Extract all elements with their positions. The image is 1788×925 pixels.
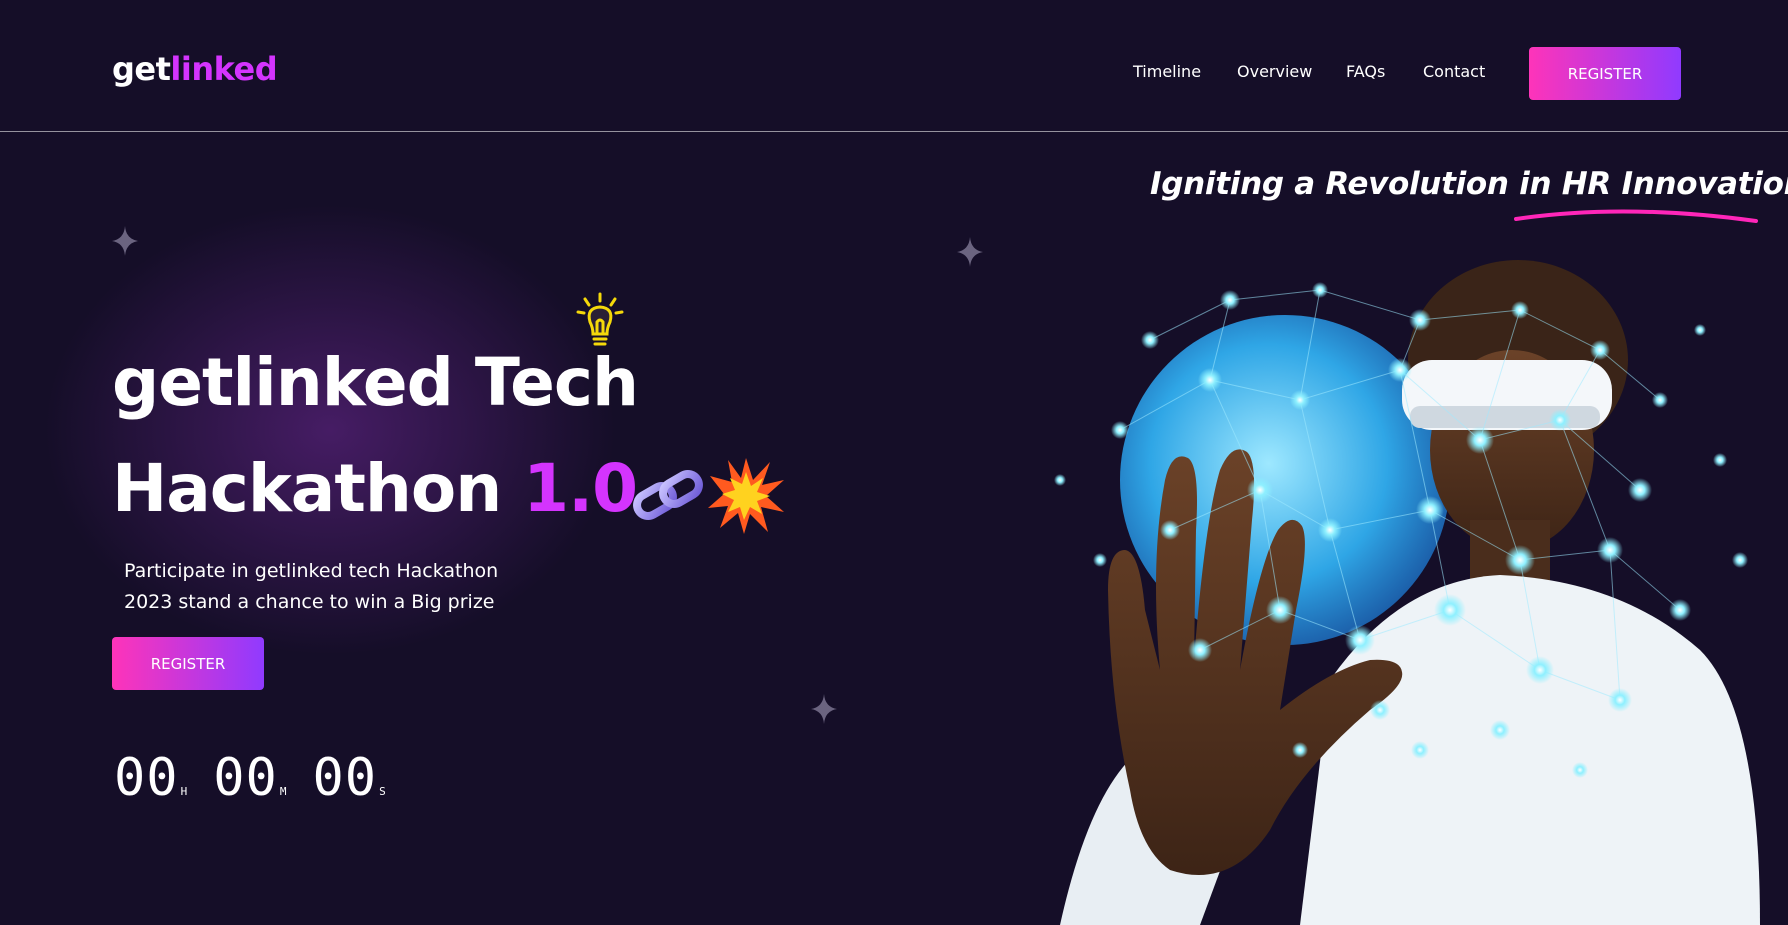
- hero-register-button[interactable]: REGISTER: [112, 637, 264, 690]
- countdown-hours: 00: [114, 748, 179, 808]
- nav-faqs[interactable]: FAQs: [1346, 62, 1385, 81]
- hero-description-line1: Participate in getlinked tech Hackathon: [124, 560, 499, 582]
- nav-timeline[interactable]: Timeline: [1133, 62, 1201, 81]
- countdown-seconds-unit: S: [379, 785, 386, 798]
- landing-page: getlinked Timeline Overview FAQs Contact…: [0, 0, 1788, 925]
- site-header: getlinked Timeline Overview FAQs Contact…: [0, 0, 1788, 132]
- countdown-minutes: 00: [213, 748, 278, 808]
- hero-title-version: 1.0: [523, 450, 638, 527]
- countdown-hours-unit: H: [180, 785, 188, 798]
- countdown-seconds: 00: [312, 748, 378, 808]
- chain-link-icon: [633, 470, 703, 520]
- tagline: Igniting a Revolution in HR Innovation: [1150, 166, 1788, 202]
- header-register-button[interactable]: REGISTER: [1529, 47, 1681, 100]
- logo[interactable]: getlinked: [112, 50, 278, 88]
- sparkle-star-icon: [957, 237, 983, 267]
- countdown-minutes-unit: M: [279, 785, 287, 798]
- logo-part-linked: linked: [170, 50, 278, 88]
- nav-contact[interactable]: Contact: [1423, 62, 1485, 81]
- logo-part-get: get: [112, 50, 171, 88]
- hero-title-line2: Hackathon 1.0: [112, 450, 638, 527]
- hero-title-word: Hackathon: [112, 450, 524, 527]
- countdown-timer: 00 H 00 M 00 S: [114, 752, 412, 804]
- nav-overview[interactable]: Overview: [1237, 62, 1312, 81]
- lightbulb-icon: [576, 292, 624, 346]
- tagline-underline: [1514, 209, 1758, 223]
- sparkle-star-icon: [112, 226, 138, 256]
- hero-description-line2: 2023 stand a chance to win a Big prize: [124, 591, 495, 613]
- explosion-icon: [708, 458, 784, 534]
- sparkle-star-icon: [811, 694, 837, 724]
- hero-description: Participate in getlinked tech Hackathon …: [124, 556, 564, 618]
- hero-title-line1: getlinked Tech: [112, 344, 639, 421]
- hero-vr-illustration: [1054, 260, 1760, 925]
